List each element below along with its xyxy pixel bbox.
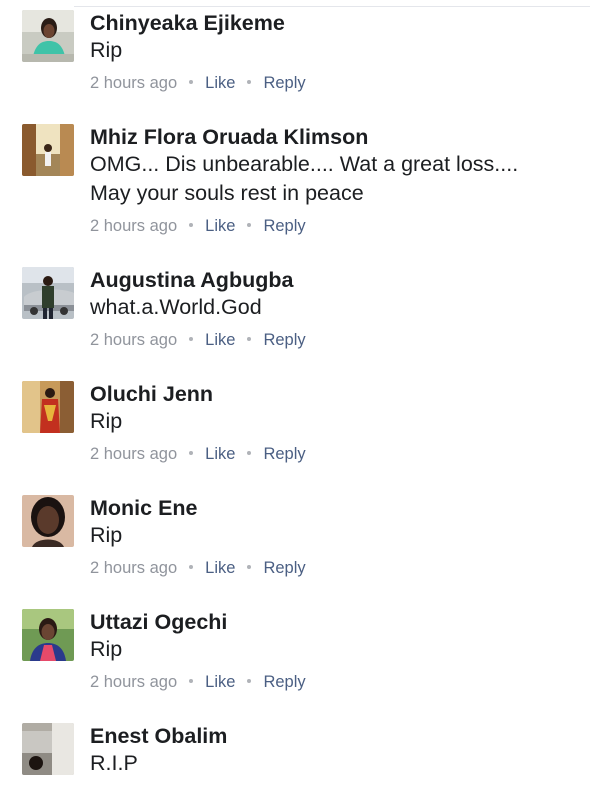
reply-button[interactable]: Reply [263, 445, 305, 463]
comment-author[interactable]: Chinyeaka Ejikeme [90, 10, 588, 36]
avatar[interactable] [22, 609, 74, 661]
comment-text: what.a.World.God [90, 295, 262, 319]
comment-text: Rip [90, 409, 123, 433]
comment-author[interactable]: Augustina Agbugba [90, 267, 588, 293]
comment-text: May your souls rest in peace [90, 181, 364, 205]
comment-text: R.I.P [90, 751, 138, 775]
like-button[interactable]: Like [205, 74, 235, 92]
comment-timestamp: 2 hours ago [90, 559, 178, 577]
separator-dot [247, 337, 252, 342]
comment-timestamp: 2 hours ago [90, 445, 178, 463]
like-button[interactable]: Like [205, 445, 235, 463]
separator-dot [189, 451, 194, 456]
comment-author[interactable]: Oluchi Jenn [90, 381, 588, 407]
reply-button[interactable]: Reply [263, 673, 305, 691]
separator-dot [247, 80, 252, 85]
avatar[interactable] [22, 267, 74, 319]
separator-dot [189, 337, 194, 342]
comment-meta: 2 hours ago Like Reply [90, 444, 588, 464]
like-button[interactable]: Like [205, 217, 235, 235]
separator-dot [247, 565, 252, 570]
comment-timestamp: 2 hours ago [90, 74, 178, 92]
comment-meta: 2 hours ago Like Reply [90, 330, 588, 350]
reply-button[interactable]: Reply [263, 559, 305, 577]
comment-timestamp: 2 hours ago [90, 673, 178, 691]
comment-timestamp: 2 hours ago [90, 331, 178, 349]
reply-button[interactable]: Reply [263, 331, 305, 349]
reply-button[interactable]: Reply [263, 74, 305, 92]
comment-timestamp: 2 hours ago [90, 217, 178, 235]
avatar[interactable] [22, 381, 74, 433]
comment-text: Rip [90, 523, 123, 547]
comment-author[interactable]: Enest Obalim [90, 723, 588, 749]
avatar[interactable] [22, 495, 74, 547]
comment-meta: 2 hours ago Like Reply [90, 216, 588, 236]
comment-text: Rip [90, 38, 123, 62]
reply-button[interactable]: Reply [263, 217, 305, 235]
like-button[interactable]: Like [205, 331, 235, 349]
comment-author[interactable]: Uttazi Ogechi [90, 609, 588, 635]
separator-dot [247, 679, 252, 684]
comment-author[interactable]: Mhiz Flora Oruada Klimson [90, 124, 588, 150]
separator-dot [189, 223, 194, 228]
separator-dot [247, 223, 252, 228]
separator-dot [189, 80, 194, 85]
separator-dot [189, 679, 194, 684]
comment-meta: 2 hours ago Like Reply [90, 558, 588, 578]
comment-meta: 2 hours ago Like Reply [90, 672, 588, 692]
comment-meta: 2 hours ago Like Reply [90, 73, 588, 93]
comment-author[interactable]: Monic Ene [90, 495, 588, 521]
avatar[interactable] [22, 723, 74, 775]
like-button[interactable]: Like [205, 673, 235, 691]
separator-dot [247, 451, 252, 456]
avatar[interactable] [22, 10, 74, 62]
like-button[interactable]: Like [205, 559, 235, 577]
top-divider [74, 6, 590, 7]
comment-text: Rip [90, 637, 123, 661]
separator-dot [189, 565, 194, 570]
comment-text: OMG... Dis unbearable.... Wat a great lo… [90, 152, 519, 176]
avatar[interactable] [22, 124, 74, 176]
